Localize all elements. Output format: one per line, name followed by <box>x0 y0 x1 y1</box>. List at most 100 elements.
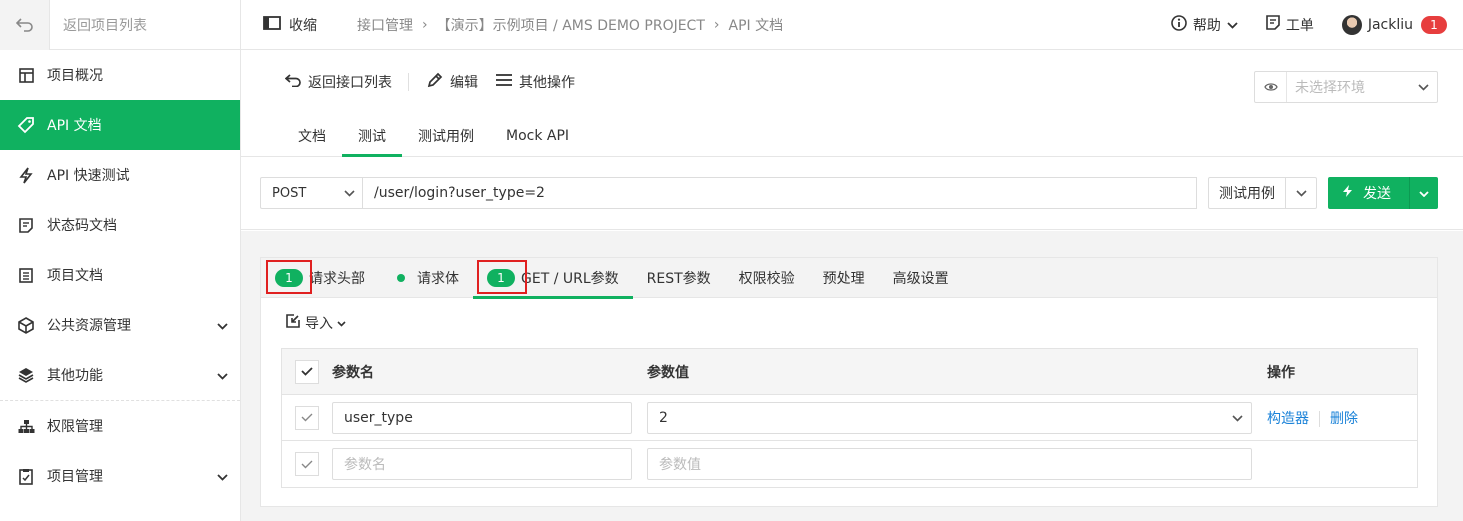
sidebar-item-label: 项目管理 <box>47 469 103 485</box>
column-header-name: 参数名 <box>332 364 374 381</box>
action-divider <box>408 73 409 91</box>
chevron-down-icon <box>337 315 346 331</box>
user-name: Jackliu <box>1367 16 1413 33</box>
tab-label: REST参数 <box>646 270 711 287</box>
chevron-down-icon <box>1418 79 1429 95</box>
lightning-icon <box>1342 184 1353 202</box>
return-arrow-icon <box>284 73 301 91</box>
notification-badge[interactable]: 1 <box>1421 15 1447 34</box>
sidebar-item-permissions[interactable]: 权限管理 <box>0 401 240 451</box>
collapse-label: 收缩 <box>289 17 317 34</box>
tab-request-body[interactable]: 请求体 <box>393 258 473 298</box>
back-to-api-list-button[interactable]: 返回接口列表 <box>284 72 392 92</box>
more-actions-button[interactable]: 其他操作 <box>496 72 575 92</box>
builder-link[interactable]: 构造器 <box>1267 411 1309 427</box>
edit-button[interactable]: 编辑 <box>427 72 478 92</box>
document-icon <box>16 265 36 285</box>
new-param-value-input[interactable]: 参数值 <box>647 448 1252 480</box>
sidebar-item-label: 项目文档 <box>47 268 103 284</box>
row-checkbox[interactable] <box>295 452 319 476</box>
sidebar-item-label: 权限管理 <box>47 419 103 435</box>
test-case-button[interactable]: 测试用例 <box>1208 177 1317 209</box>
param-name-value: user_type <box>344 409 413 426</box>
tab-label: 请求体 <box>417 270 459 287</box>
sidebar-item-project-management[interactable]: 项目管理 <box>0 451 240 501</box>
info-icon <box>1171 14 1187 35</box>
param-value-placeholder: 参数值 <box>659 457 701 473</box>
send-label: 发送 <box>1363 186 1391 202</box>
new-param-name-input[interactable]: 参数名 <box>332 448 632 480</box>
breadcrumb-item: API 文档 <box>728 17 784 34</box>
breadcrumb-separator-icon: › <box>713 16 720 33</box>
tab-test[interactable]: 测试 <box>342 114 402 157</box>
chevron-down-icon[interactable] <box>1295 185 1307 201</box>
edit-label: 编辑 <box>450 75 478 91</box>
select-all-checkbox[interactable] <box>295 359 319 384</box>
grid-icon <box>16 65 36 85</box>
tag-icon <box>16 115 36 135</box>
sidebar-item-quick-test[interactable]: API 快速测试 <box>0 150 240 200</box>
sidebar-item-status-codes[interactable]: 状态码文档 <box>0 200 240 250</box>
tab-preprocess[interactable]: 预处理 <box>823 258 879 298</box>
sidebar-item-overview[interactable]: 项目概况 <box>0 50 240 100</box>
breadcrumb-item[interactable]: 接口管理 <box>357 15 413 35</box>
status-dot <box>397 273 405 282</box>
send-main[interactable]: 发送 <box>1328 177 1410 209</box>
back-to-projects[interactable]: 返回项目列表 <box>0 0 240 50</box>
tab-rest-params[interactable]: REST参数 <box>647 258 725 298</box>
sidebar-item-public-resources[interactable]: 公共资源管理 <box>0 300 240 350</box>
row-actions: 构造器 删除 <box>1267 408 1358 428</box>
highlight-box <box>477 260 527 294</box>
environment-select[interactable]: 未选择环境 <box>1254 71 1438 103</box>
send-dropdown-button[interactable] <box>1410 185 1438 201</box>
chevron-down-icon <box>344 186 355 201</box>
tab-mock-api[interactable]: Mock API <box>490 114 585 157</box>
api-toolbar: 返回接口列表 编辑 其他操作 未选择环境 文档 测试 测试用例 Mock API <box>241 51 1463 157</box>
sidebar-item-project-docs[interactable]: 项目文档 <box>0 250 240 300</box>
cube-icon <box>16 315 36 335</box>
chevron-down-icon <box>217 368 228 384</box>
import-button[interactable]: 导入 <box>286 313 346 333</box>
sidebar-item-api-docs[interactable]: API 文档 <box>0 100 240 150</box>
tab-advanced[interactable]: 高级设置 <box>893 258 963 298</box>
layers-icon <box>16 365 36 385</box>
tab-test-cases[interactable]: 测试用例 <box>402 114 490 157</box>
ticket-button[interactable]: 工单 <box>1266 15 1314 35</box>
tab-label: 测试用例 <box>418 128 474 145</box>
sidebar-item-label: 公共资源管理 <box>47 318 131 334</box>
menu-icon <box>496 73 512 91</box>
sidebar: 返回项目列表 项目概况 API 文档 API 快速测试 状态码文档 项目文档 公… <box>0 0 241 521</box>
ticket-icon <box>1266 15 1280 34</box>
note-icon <box>16 215 36 235</box>
param-value-select[interactable]: 2 <box>647 401 1252 434</box>
param-name-placeholder: 参数名 <box>344 457 386 473</box>
breadcrumb-item[interactable]: 【演示】示例项目 / AMS DEMO PROJECT <box>437 15 705 35</box>
test-case-label: 测试用例 <box>1209 178 1286 208</box>
table-header: 参数名 参数值 操作 <box>282 349 1417 395</box>
table-row-new: 参数名 参数值 <box>282 441 1417 487</box>
import-label: 导入 <box>305 316 333 332</box>
param-value: 2 <box>659 409 668 426</box>
delete-link[interactable]: 删除 <box>1330 411 1358 427</box>
collapse-button[interactable]: 收缩 <box>263 15 317 35</box>
action-divider <box>1319 410 1320 427</box>
tab-label: 高级设置 <box>892 270 949 287</box>
url-input[interactable]: /user/login?user_type=2 <box>362 177 1197 209</box>
tab-label: 文档 <box>298 128 326 145</box>
user-menu[interactable]: Jackliu 1 <box>1341 14 1447 35</box>
tab-docs[interactable]: 文档 <box>282 114 342 157</box>
action-bar: 返回接口列表 编辑 其他操作 <box>284 72 575 92</box>
row-checkbox[interactable] <box>295 405 319 430</box>
param-name-input[interactable]: user_type <box>332 401 632 434</box>
chevron-down-icon <box>1227 17 1238 33</box>
sidebar-item-other-features[interactable]: 其他功能 <box>0 350 240 400</box>
chevron-down-icon <box>217 469 228 485</box>
top-right-area: 帮助 工单 Jackliu 1 <box>1143 14 1447 35</box>
tab-auth[interactable]: 权限校验 <box>739 258 809 298</box>
method-select[interactable]: POST <box>260 177 363 209</box>
more-actions-label: 其他操作 <box>519 75 575 91</box>
back-arrow-icon <box>0 0 50 50</box>
help-menu[interactable]: 帮助 <box>1171 14 1238 35</box>
send-button[interactable]: 发送 <box>1328 177 1438 209</box>
chevron-down-icon <box>1419 185 1429 201</box>
